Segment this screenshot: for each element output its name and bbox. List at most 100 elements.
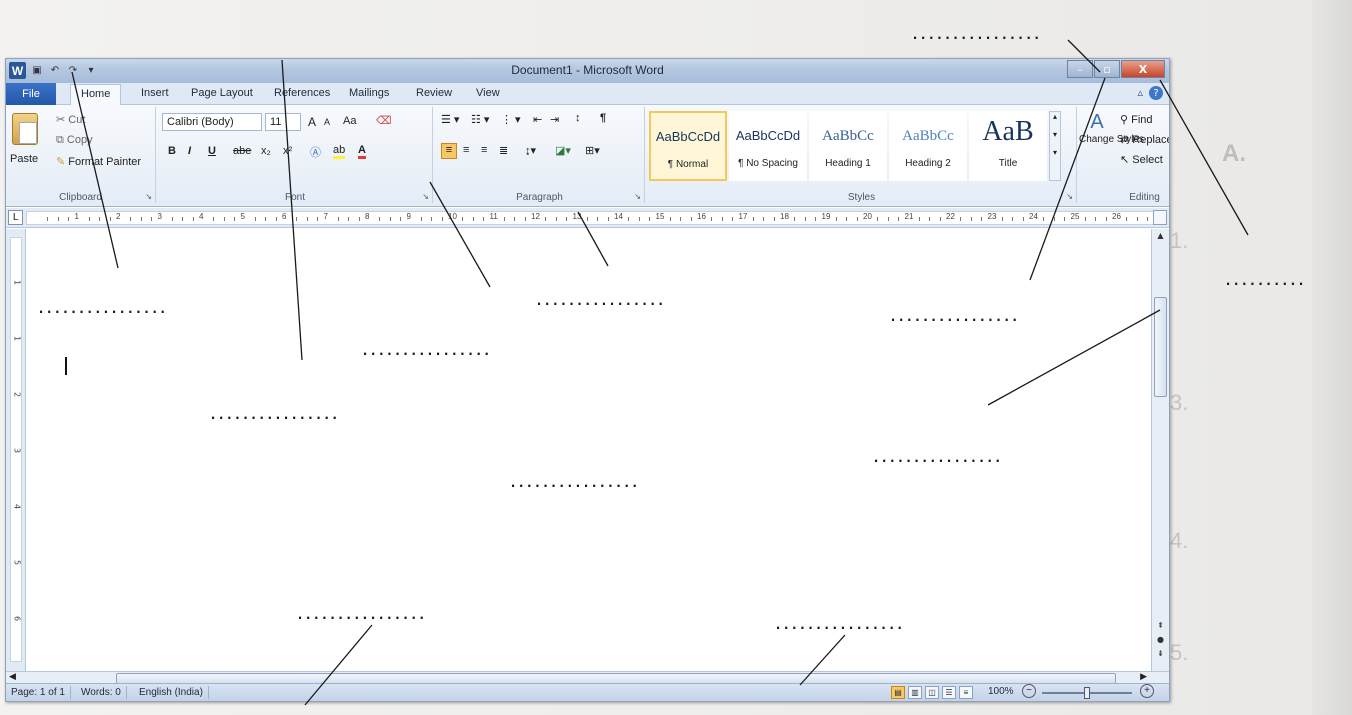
window-title: Document1 - Microsoft Word xyxy=(511,63,664,77)
copy-button[interactable]: ⧉ Copy xyxy=(56,134,93,147)
text-effects-icon[interactable]: Ⓐ xyxy=(310,144,321,160)
highlight-icon[interactable]: ab xyxy=(333,144,346,159)
tab-page-layout[interactable]: Page Layout xyxy=(191,87,253,99)
cut-button[interactable]: ✂ Cut xyxy=(56,113,85,126)
styles-launcher-icon[interactable]: ↘ xyxy=(1066,192,1073,201)
find-button[interactable]: ⚲ Find xyxy=(1120,113,1153,126)
shading-icon[interactable]: ◪▾ xyxy=(555,144,571,157)
status-bar: Page: 1 of 1 Words: 0 English (India) ▤ … xyxy=(6,683,1169,701)
style-title[interactable]: AaB Title xyxy=(969,111,1047,181)
font-launcher-icon[interactable]: ↘ xyxy=(422,192,429,201)
style-heading-1[interactable]: AaBbCc Heading 1 xyxy=(809,111,887,181)
blank-center-lower: ................ xyxy=(510,467,640,492)
subscript-button[interactable]: x₂ xyxy=(261,145,271,157)
tab-references[interactable]: References xyxy=(274,87,330,99)
scroll-left-icon[interactable]: ◀ xyxy=(9,672,16,682)
underline-button[interactable]: U xyxy=(208,145,216,157)
replace-icon: ⇄ xyxy=(1120,134,1133,146)
tab-selector-icon[interactable]: L xyxy=(8,210,23,225)
web-layout-view-icon[interactable]: ◫ xyxy=(925,686,939,699)
grow-font-button[interactable]: A xyxy=(308,115,316,129)
italic-button[interactable]: I xyxy=(188,145,191,157)
ruler-tick xyxy=(732,217,734,221)
align-right-icon[interactable]: ≡ xyxy=(481,144,487,156)
strikethrough-button[interactable]: abe xyxy=(233,145,251,157)
page-count[interactable]: Page: 1 of 1 xyxy=(6,686,71,699)
tab-mailings[interactable]: Mailings xyxy=(349,87,389,99)
scroll-up-icon[interactable]: ▲ xyxy=(1154,231,1167,243)
full-screen-view-icon[interactable]: ▥ xyxy=(908,686,922,699)
minimize-button[interactable]: – xyxy=(1067,60,1093,78)
ruler-tick xyxy=(130,217,132,221)
language-indicator[interactable]: English (India) xyxy=(134,686,209,699)
tab-file[interactable]: File xyxy=(6,83,56,105)
horizontal-ruler[interactable]: 1 2 3 4 5 6 7 8 9 10 11 12 13 14 15 16 17 18 19 20 21 22 23 24 2… xyxy=(26,211,1162,225)
line-spacing-icon[interactable]: ↨▾ xyxy=(525,144,536,157)
zoom-out-button[interactable]: − xyxy=(1022,684,1036,698)
scroll-right-icon[interactable]: ▶ xyxy=(1140,672,1147,682)
change-case-button[interactable]: Aa xyxy=(343,115,356,127)
help-icon[interactable]: ? xyxy=(1149,86,1163,100)
replace-button[interactable]: ⇄ Replace xyxy=(1120,133,1169,146)
style-no-spacing[interactable]: AaBbCcDd ¶ No Spacing xyxy=(729,111,807,181)
tab-insert[interactable]: Insert xyxy=(141,87,169,99)
zoom-in-button[interactable]: + xyxy=(1140,684,1154,698)
format-painter-button[interactable]: ✎ Format Painter xyxy=(56,155,141,168)
ruler-tick xyxy=(835,217,837,221)
align-left-icon[interactable]: ≡ xyxy=(441,143,457,159)
browse-object-icon[interactable]: ● xyxy=(1154,635,1167,647)
sort-icon[interactable]: ↕ xyxy=(575,112,581,124)
font-face-select[interactable]: Calibri (Body) xyxy=(162,113,262,131)
increase-indent-icon[interactable]: ⇥ xyxy=(550,113,559,126)
show-marks-icon[interactable]: ¶ xyxy=(600,112,606,124)
vertical-ruler[interactable]: 11234567 xyxy=(6,229,26,677)
bullets-icon[interactable]: ☰▾ xyxy=(441,113,462,126)
font-size-select[interactable]: 11 xyxy=(265,113,301,131)
zoom-slider[interactable] xyxy=(1042,687,1132,699)
shrink-font-button[interactable]: A xyxy=(324,117,330,127)
vertical-scrollbar[interactable]: ▲ ⇞ ● ⇟ xyxy=(1151,229,1169,671)
font-color-icon[interactable]: A xyxy=(358,144,366,159)
bold-button[interactable]: B xyxy=(168,145,176,157)
print-layout-view-icon[interactable]: ▤ xyxy=(891,686,905,699)
select-button[interactable]: ↖ Select xyxy=(1120,153,1163,166)
change-styles-button[interactable]: A Change Styles xyxy=(1079,111,1144,145)
styles-scroll[interactable]: ▴ ▾ ▾ xyxy=(1049,111,1061,181)
numbering-icon[interactable]: ☷▾ xyxy=(471,113,492,126)
clear-format-icon[interactable]: ⌫ xyxy=(376,114,392,127)
tab-review[interactable]: Review xyxy=(416,87,452,99)
vertical-scroll-thumb[interactable] xyxy=(1154,297,1167,397)
item-number-5: 5. xyxy=(1170,640,1189,665)
decrease-indent-icon[interactable]: ⇤ xyxy=(533,113,542,126)
style-heading-2[interactable]: AaBbCc Heading 2 xyxy=(889,111,967,181)
close-button[interactable]: X xyxy=(1121,60,1165,78)
style-normal[interactable]: AaBbCcDd ¶ Normal xyxy=(649,111,727,181)
paste-button[interactable]: Paste xyxy=(10,153,38,165)
minimize-ribbon-icon[interactable]: ▵ xyxy=(1137,86,1143,100)
align-center-icon[interactable]: ≡ xyxy=(463,144,469,156)
ruler-tick xyxy=(721,217,723,221)
view-ruler-icon[interactable] xyxy=(1153,210,1167,225)
paragraph-launcher-icon[interactable]: ↘ xyxy=(634,192,641,201)
tab-view[interactable]: View xyxy=(476,87,500,99)
next-page-icon[interactable]: ⇟ xyxy=(1154,649,1167,661)
superscript-button[interactable]: x² xyxy=(283,145,292,157)
ruler-tick xyxy=(1064,217,1066,221)
borders-icon[interactable]: ⊞▾ xyxy=(585,144,600,157)
tab-home[interactable]: Home xyxy=(70,84,122,106)
ruler-tick xyxy=(223,217,225,221)
zoom-slider-knob[interactable] xyxy=(1084,687,1090,699)
clipboard-launcher-icon[interactable]: ↘ xyxy=(145,192,152,201)
ruler-number: 19 xyxy=(821,212,831,221)
outline-view-icon[interactable]: ☰ xyxy=(942,686,956,699)
zoom-level[interactable]: 100% xyxy=(988,686,1014,697)
ruler-tick xyxy=(88,217,90,221)
prev-page-icon[interactable]: ⇞ xyxy=(1154,621,1167,633)
word-count[interactable]: Words: 0 xyxy=(76,686,127,699)
multilevel-list-icon[interactable]: ⋮▾ xyxy=(501,113,524,126)
ruler-tick xyxy=(566,217,568,221)
draft-view-icon[interactable]: ≡ xyxy=(959,686,973,699)
paste-icon[interactable] xyxy=(12,113,38,145)
justify-icon[interactable]: ≣ xyxy=(499,144,508,157)
restore-button[interactable]: ▫ xyxy=(1094,60,1120,78)
